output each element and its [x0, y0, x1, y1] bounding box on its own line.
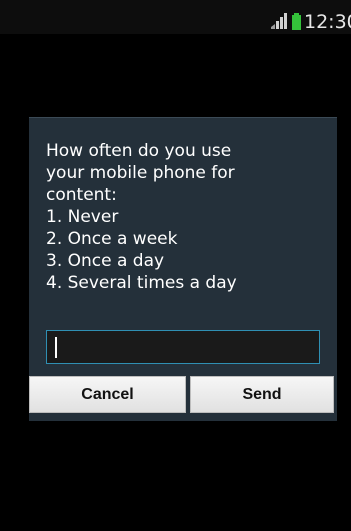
text-cursor — [55, 337, 57, 358]
cancel-button[interactable]: Cancel — [29, 376, 186, 413]
prompt-line: content: — [46, 185, 117, 205]
battery-icon — [292, 13, 301, 30]
input-dialog: How often do you use your mobile phone f… — [29, 117, 337, 421]
status-time: 12:30 — [304, 11, 351, 33]
prompt-line: How often do you use — [46, 141, 232, 161]
answer-input[interactable] — [46, 330, 320, 364]
dialog-prompt: How often do you use your mobile phone f… — [46, 140, 326, 294]
option-several-times-a-day: 4. Several times a day — [46, 273, 237, 293]
status-bar: 12:30 — [0, 0, 351, 34]
option-once-a-week: 2. Once a week — [46, 229, 178, 249]
option-never: 1. Never — [46, 207, 119, 227]
prompt-line: your mobile phone for — [46, 163, 235, 183]
option-once-a-day: 3. Once a day — [46, 251, 165, 271]
signal-icon — [271, 13, 287, 29]
send-button[interactable]: Send — [190, 376, 334, 413]
